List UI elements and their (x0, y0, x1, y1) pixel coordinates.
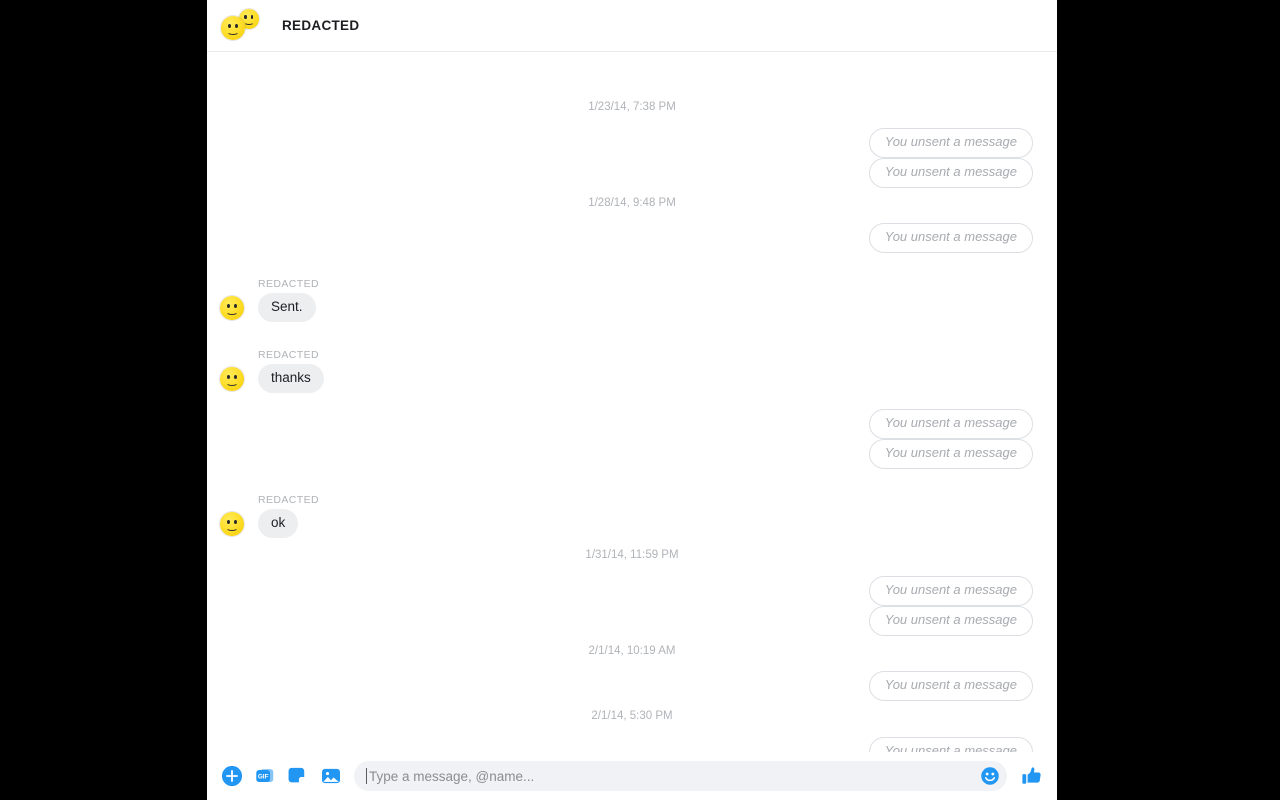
incoming-message-group: REDACTED thanks (207, 349, 1057, 394)
message-thread[interactable]: 1/23/14, 7:38 PM You unsent a message You … (207, 52, 1057, 752)
sender-smiley-avatar-icon[interactable] (220, 366, 244, 391)
incoming-message-group: REDACTED ok (207, 494, 1057, 539)
message-input[interactable] (354, 761, 1007, 791)
photo-icon[interactable] (320, 765, 342, 787)
text-caret (366, 768, 367, 784)
sender-smiley-avatar-icon[interactable] (220, 295, 244, 320)
outgoing-message-row: You unsent a message (207, 128, 1057, 158)
message-composer: GIF (207, 752, 1057, 800)
incoming-message-row: thanks (220, 364, 1057, 394)
unsent-message-bubble[interactable]: You unsent a message (868, 737, 1033, 752)
message-sender-name: REDACTED (258, 278, 319, 290)
emoji-smiley-icon[interactable] (980, 766, 1000, 786)
outgoing-message-row: You unsent a message (207, 576, 1057, 606)
conversation-title: REDACTED (282, 18, 360, 33)
sender-smiley-avatar-icon[interactable] (220, 511, 244, 536)
outgoing-message-row: You unsent a message (207, 606, 1057, 636)
incoming-message-group: REDACTED Sent. (207, 278, 1057, 323)
message-timestamp: 1/23/14, 7:38 PM (588, 101, 676, 113)
smiley-face-front-icon (221, 15, 245, 40)
unsent-message-bubble[interactable]: You unsent a message (868, 439, 1033, 469)
outgoing-message-row: You unsent a message (207, 671, 1057, 701)
unsent-message-bubble[interactable]: You unsent a message (868, 223, 1033, 253)
message-timestamp: 1/31/14, 11:59 PM (585, 549, 679, 561)
incoming-message-row: Sent. (220, 293, 1057, 323)
unsent-message-bubble[interactable]: You unsent a message (868, 576, 1033, 606)
unsent-message-bubble[interactable]: You unsent a message (868, 128, 1033, 158)
gif-icon-label: GIF (258, 773, 269, 780)
incoming-message-bubble[interactable]: Sent. (258, 293, 316, 323)
incoming-message-bubble[interactable]: thanks (258, 364, 324, 394)
conversation-header: REDACTED (207, 0, 1057, 52)
thumbs-up-icon[interactable] (1021, 765, 1043, 787)
incoming-message-bubble[interactable]: ok (258, 509, 299, 539)
gif-icon[interactable]: GIF (254, 765, 276, 787)
message-sender-name: REDACTED (258, 349, 319, 361)
plus-circle-icon[interactable] (221, 765, 243, 787)
incoming-message-row: ok (220, 509, 1057, 539)
unsent-message-bubble[interactable]: You unsent a message (868, 409, 1033, 439)
outgoing-message-row: You unsent a message (207, 439, 1057, 469)
outgoing-message-row: You unsent a message (207, 158, 1057, 188)
message-timestamp: 1/28/14, 9:48 PM (588, 197, 676, 209)
message-timestamp: 2/1/14, 10:19 AM (588, 645, 676, 657)
outgoing-message-row: You unsent a message (207, 737, 1057, 752)
sticker-icon[interactable] (287, 765, 309, 787)
messenger-window: REDACTED 1/23/14, 7:38 PM You unsent a me… (207, 0, 1057, 800)
message-input-container[interactable] (354, 761, 1007, 791)
outgoing-message-row: You unsent a message (207, 409, 1057, 439)
unsent-message-bubble[interactable]: You unsent a message (868, 671, 1033, 701)
unsent-message-bubble[interactable]: You unsent a message (868, 158, 1033, 188)
outgoing-message-row: You unsent a message (207, 223, 1057, 253)
unsent-message-bubble[interactable]: You unsent a message (868, 606, 1033, 636)
message-sender-name: REDACTED (258, 494, 319, 506)
group-smiley-avatar-icon (221, 8, 259, 43)
message-timestamp: 2/1/14, 5:30 PM (591, 710, 673, 722)
